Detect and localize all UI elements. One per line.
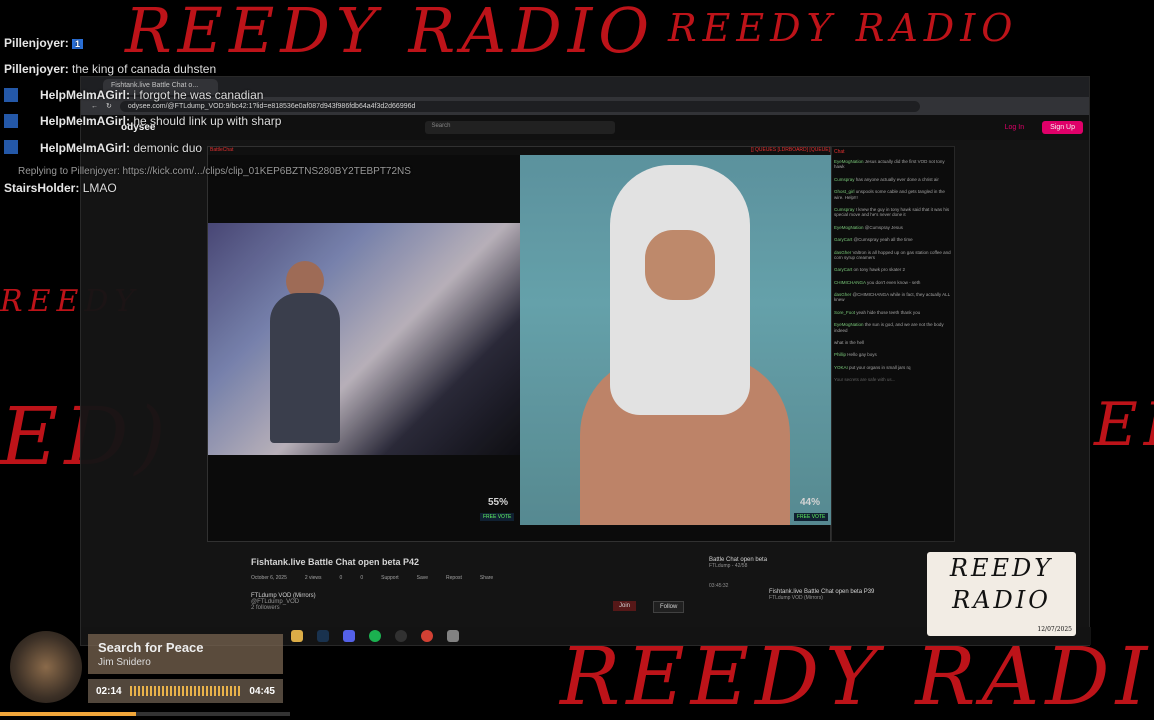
player-header: BattleChat [] QUEUES [LDRBOARD] [QUEUE] bbox=[208, 147, 830, 155]
discord-icon[interactable] bbox=[343, 630, 355, 642]
overlay-chat-reply: Replying to Pillenjoyer: https://kick.co… bbox=[18, 166, 411, 177]
video-info: Fishtank.live Battle Chat open beta P42 … bbox=[251, 557, 721, 611]
chat-panel: Chat EyeMogNation Jesus actually did the… bbox=[831, 146, 955, 542]
left-camera-feed bbox=[208, 223, 520, 455]
progress-bar bbox=[0, 712, 290, 716]
scrawl-top-right: REEDY RADIO bbox=[668, 6, 1019, 50]
track-card: Search for Peace Jim Snidero bbox=[88, 634, 283, 674]
related-channel: FTLdump VOD (Mirrors) bbox=[769, 595, 823, 601]
chat-message: dasGher @CHIMICHANGA while in fact, they… bbox=[834, 292, 950, 303]
left-vote-percent: 55% bbox=[488, 497, 509, 508]
overlay-chat-line: HelpMeImAGirl: demonic duo bbox=[40, 141, 203, 155]
chrome-icon[interactable] bbox=[421, 630, 433, 642]
folder-icon[interactable] bbox=[291, 630, 303, 642]
search-input[interactable]: Search bbox=[425, 121, 616, 134]
app-icon[interactable] bbox=[447, 630, 459, 642]
share-button[interactable]: Share bbox=[480, 575, 493, 581]
chat-message: GaryCart @Cumspray yeah all the time bbox=[834, 237, 913, 243]
player-right-label: [] QUEUES [LDRBOARD] [QUEUE] bbox=[750, 147, 830, 153]
video-meta: October 6, 2025 2 views 0 0 Support Save… bbox=[251, 575, 721, 581]
chat-message: Ghost_girl unspools some cable and gets … bbox=[834, 189, 945, 200]
spotify-icon[interactable] bbox=[369, 630, 381, 642]
playlist-sub: FTLdump - 42/58 bbox=[709, 563, 748, 569]
total-time: 04:45 bbox=[249, 685, 275, 697]
signup-button[interactable]: Sign Up bbox=[1042, 121, 1083, 134]
join-button[interactable]: Join bbox=[613, 601, 637, 611]
left-free-vote-button[interactable]: FREE VOTE bbox=[480, 513, 515, 521]
overlay-chat-line: HelpMeImAGirl: he should link up with sh… bbox=[40, 114, 282, 128]
stream-overlay: REEDY RADIO REEDY RADIO REEDY ED) REEDY … bbox=[0, 0, 1154, 720]
right-free-vote-button[interactable]: FREE VOTE bbox=[794, 513, 829, 521]
support-button[interactable]: Support bbox=[381, 575, 399, 581]
reload-icon[interactable]: ↻ bbox=[106, 102, 112, 110]
scrawl-top-left: REEDY RADIO bbox=[125, 0, 656, 67]
steam-icon[interactable] bbox=[317, 630, 329, 642]
logo-line1: REEDY bbox=[949, 554, 1054, 582]
like-button[interactable]: 0 bbox=[340, 575, 343, 581]
track-progress-row: 02:14 04:45 bbox=[88, 679, 283, 703]
address-bar[interactable]: odysee.com/@FTLdump_VOD:9/bc42:1?lid=e81… bbox=[119, 100, 920, 112]
repost-button[interactable]: Repost bbox=[446, 575, 462, 581]
playlist-panel: Battle Chat open beta FTLdump - 42/58 03… bbox=[709, 557, 909, 601]
follow-button[interactable]: Follow bbox=[653, 601, 685, 613]
logo-line2: RADIO bbox=[952, 586, 1051, 614]
dislike-button[interactable]: 0 bbox=[360, 575, 363, 581]
chat-message: CHIMICHANGA you don't even know - seth bbox=[834, 279, 921, 285]
chat-message: dasGher Valtron is all hopped up on gas … bbox=[834, 249, 951, 260]
channel-followers: 2 followers bbox=[251, 605, 280, 611]
video-title: Fishtank.live Battle Chat open beta P42 bbox=[251, 557, 420, 567]
progress-fill bbox=[0, 712, 137, 716]
chat-message: Phillip Hello gay boys bbox=[834, 352, 877, 358]
logo-date: 12/07/2025 bbox=[1037, 626, 1072, 633]
save-button[interactable]: Save bbox=[417, 575, 428, 581]
login-link[interactable]: Log In bbox=[1005, 124, 1024, 131]
right-camera-feed bbox=[520, 155, 832, 525]
person-face bbox=[645, 230, 715, 300]
now-playing-widget: Search for Peace Jim Snidero 02:14 04:45 bbox=[0, 628, 290, 720]
video-date: October 6, 2025 bbox=[251, 575, 287, 581]
channel-info[interactable]: FTLdump VOD (Mirrors) @FTLdump_VOD 2 fol… bbox=[251, 593, 721, 611]
overlay-chat-line: Pillenjoyer: 1 bbox=[4, 36, 84, 50]
chat-header: Chat bbox=[834, 149, 845, 155]
chat-message: GaryCart on tony hawk pro skater 2 bbox=[834, 267, 906, 273]
scrawl-right: EE bbox=[1094, 390, 1154, 460]
elapsed-time: 02:14 bbox=[96, 685, 122, 697]
chat-message: EyeMogNation Jesus actually did the firs… bbox=[834, 159, 945, 170]
overlay-chat-line: Pillenjoyer: the king of canada duhsten bbox=[4, 62, 217, 76]
video-views: 2 views bbox=[304, 575, 322, 581]
chat-message: YOKAI put your organs in small jars rq bbox=[834, 364, 911, 370]
video-player[interactable]: BattleChat [] QUEUES [LDRBOARD] [QUEUE] … bbox=[207, 146, 832, 542]
song-title: Search for Peace bbox=[98, 640, 204, 655]
person-figure bbox=[270, 293, 340, 443]
right-vote-percent: 44% bbox=[800, 497, 821, 508]
waveform bbox=[129, 686, 242, 696]
album-art bbox=[10, 631, 82, 703]
chat-input[interactable]: Your secrets are safe with us... bbox=[834, 377, 952, 382]
obs-icon[interactable] bbox=[395, 630, 407, 642]
reedy-radio-logo: REEDY RADIO 12/07/2025 bbox=[927, 552, 1076, 636]
chat-message: what in the hell bbox=[834, 340, 865, 346]
chat-message: Cumspray I knew the guy in tony hawk sai… bbox=[834, 206, 950, 218]
overlay-chat-line: StairsHolder: LMAO bbox=[4, 181, 117, 195]
twitch-icon bbox=[4, 88, 18, 154]
chat-message: EyeMogNation @Cumspray Jesus bbox=[834, 224, 903, 230]
back-icon[interactable]: ← bbox=[91, 103, 98, 110]
player-left-label: BattleChat bbox=[210, 147, 234, 153]
chat-message: EyeMogNation the sun is god, and we are … bbox=[834, 322, 944, 333]
chat-message: Sore_Foot yeah hide those teeth thank yo… bbox=[834, 309, 921, 315]
overlay-chat-line: HelpMeImAGirl: i forgot he was canadian bbox=[40, 88, 264, 102]
chat-message: Cumspray has anyone actually ever done a… bbox=[834, 176, 939, 182]
song-artist: Jim Snidero bbox=[98, 657, 151, 668]
